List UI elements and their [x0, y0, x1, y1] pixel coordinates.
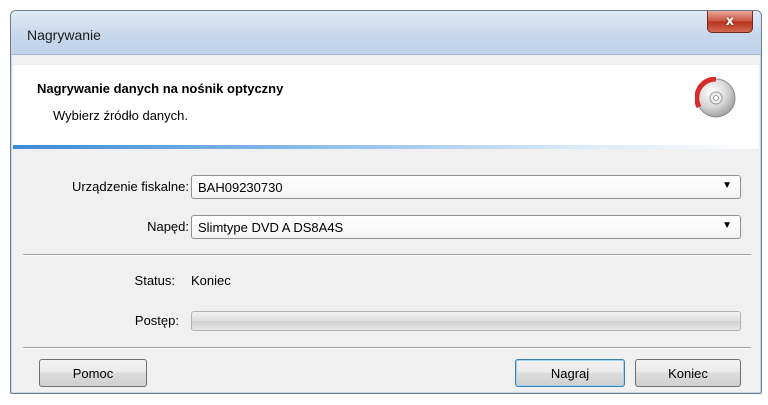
drive-label: Napęd:: [147, 219, 189, 234]
device-select[interactable]: BAH09230730 ▼: [191, 175, 741, 199]
end-button[interactable]: Koniec: [635, 359, 741, 387]
device-select-value: BAH09230730: [198, 180, 283, 195]
window-title: Nagrywanie: [27, 27, 101, 43]
chevron-down-icon: ▼: [722, 220, 732, 231]
separator: [23, 347, 751, 349]
chevron-down-icon: ▼: [722, 180, 732, 191]
header-subtitle: Wybierz źródło danych.: [53, 108, 188, 123]
burn-button[interactable]: Nagraj: [515, 359, 625, 387]
close-button[interactable]: x: [707, 11, 753, 33]
optical-disc-icon: [695, 77, 736, 118]
header-accent-line: [13, 145, 759, 149]
separator: [23, 254, 751, 256]
burn-dialog: Nagrywanie x Nagrywanie danych na nośnik…: [10, 10, 762, 394]
status-label: Status:: [134, 273, 175, 288]
device-label: Urządzenie fiskalne:: [71, 179, 189, 194]
title-bar[interactable]: Nagrywanie x: [11, 11, 761, 55]
header-panel: Nagrywanie danych na nośnik optyczny Wyb…: [13, 65, 759, 145]
help-button[interactable]: Pomoc: [39, 359, 147, 387]
progress-label: Postęp:: [134, 313, 179, 328]
drive-select-value: Slimtype DVD A DS8A4S: [198, 220, 344, 235]
header-title: Nagrywanie danych na nośnik optyczny: [37, 81, 284, 96]
progress-bar: [191, 311, 741, 331]
close-icon: x: [725, 14, 735, 29]
drive-select[interactable]: Slimtype DVD A DS8A4S ▼: [191, 215, 741, 239]
status-value: Koniec: [191, 273, 231, 288]
